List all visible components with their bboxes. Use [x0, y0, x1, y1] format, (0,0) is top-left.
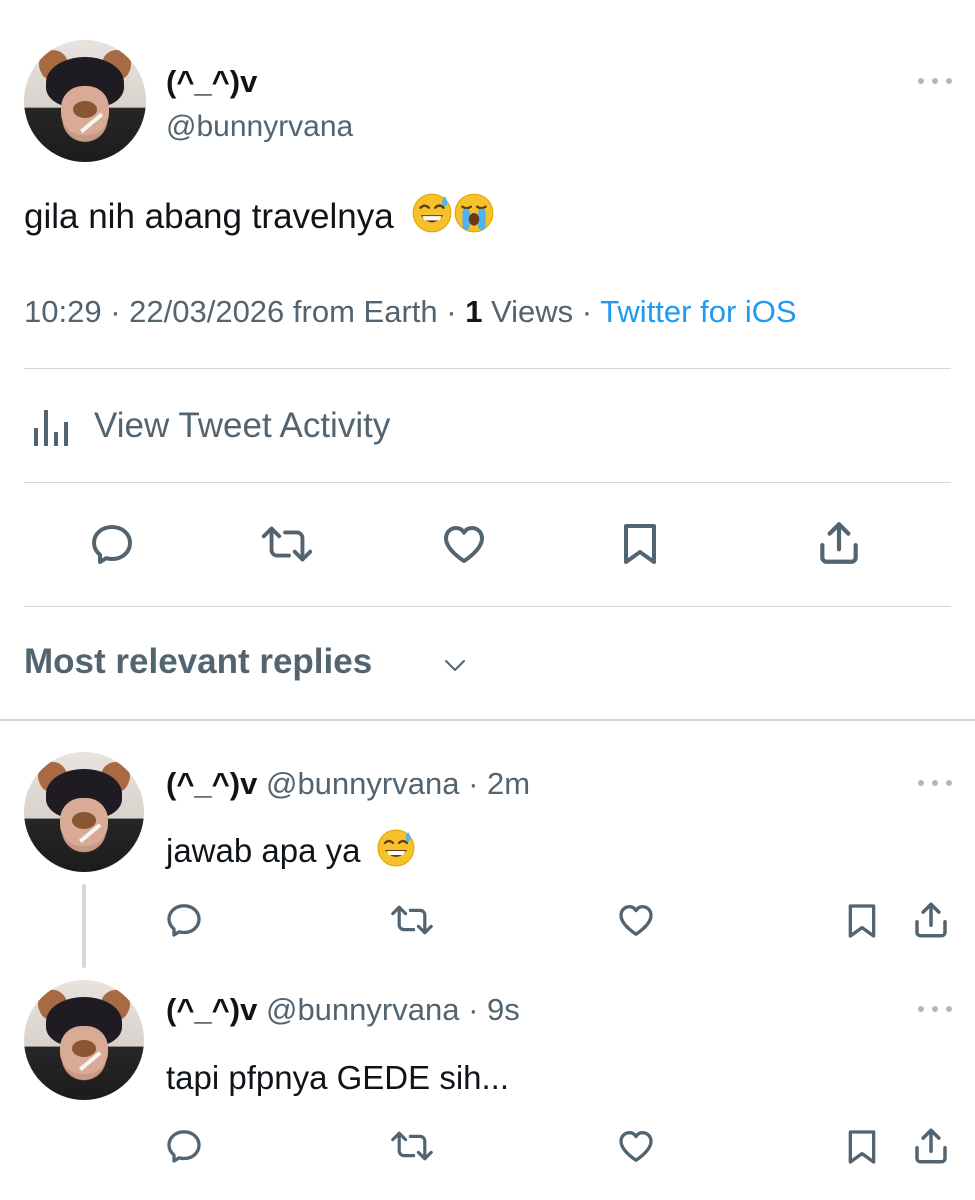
share-icon[interactable] [910, 898, 952, 942]
author-display-name[interactable]: (^_^)v [166, 64, 257, 100]
bookmark-icon[interactable] [842, 1126, 882, 1168]
retweet-icon[interactable] [258, 520, 316, 568]
tweet-meta: 10:29 · 22/03/2026 from Earth · 1 Views … [24, 294, 797, 330]
reply-text: jawab apa ya [166, 828, 416, 873]
reply-display-name[interactable]: (^_^)v [166, 766, 257, 801]
share-icon[interactable] [910, 1124, 952, 1168]
reply-separator: · [459, 766, 488, 801]
like-heart-icon[interactable] [440, 520, 488, 568]
views-count: 1 [465, 294, 483, 329]
reply-avatar[interactable] [24, 980, 144, 1100]
reply-icon[interactable] [88, 520, 136, 568]
share-icon[interactable] [814, 518, 864, 568]
replies-sort-label: Most relevant replies [24, 642, 373, 681]
tweet-text-body: gila nih abang travelnya [24, 197, 394, 236]
retweet-icon[interactable] [388, 900, 436, 940]
sweat-smile-emoji-icon [411, 192, 453, 234]
views-label: Views [482, 294, 574, 329]
avatar[interactable] [24, 40, 146, 162]
more-options-icon[interactable] [918, 778, 952, 788]
reply-avatar[interactable] [24, 752, 144, 872]
divider [24, 606, 951, 607]
replies-sort-dropdown[interactable]: Most relevant replies [24, 642, 465, 688]
reply-text: tapi pfpnya GEDE sih... [166, 1059, 510, 1096]
like-heart-icon[interactable] [616, 900, 656, 940]
more-options-icon[interactable] [918, 1004, 952, 1014]
reply-icon[interactable] [164, 900, 204, 940]
view-tweet-activity-label: View Tweet Activity [94, 406, 391, 445]
loudly-crying-emoji-icon [453, 192, 495, 234]
bookmark-icon[interactable] [616, 520, 664, 568]
tweet-date[interactable]: 22/03/2026 [129, 294, 284, 329]
reply-icon[interactable] [164, 1126, 204, 1166]
reply-time[interactable]: 2m [487, 766, 530, 801]
divider [24, 482, 951, 483]
bookmark-icon[interactable] [842, 900, 882, 942]
reply-header: (^_^)v @bunnyrvana · 9s [166, 992, 520, 1028]
reply-display-name[interactable]: (^_^)v [166, 992, 257, 1027]
reply-text-body: jawab apa ya [166, 832, 361, 869]
tweet-source-link[interactable]: Twitter for iOS [600, 294, 796, 329]
author-handle[interactable]: @bunnyrvana [166, 110, 353, 144]
reply-handle[interactable]: @bunnyrvana [266, 766, 459, 801]
reply-time[interactable]: 9s [487, 992, 520, 1027]
divider [24, 368, 951, 369]
retweet-icon[interactable] [388, 1126, 436, 1166]
meta-separator: · [101, 294, 130, 329]
reply-separator: · [459, 992, 488, 1027]
chevron-down-icon [442, 654, 468, 676]
analytics-bars-icon [30, 404, 74, 448]
more-options-icon[interactable] [918, 76, 952, 86]
tweet-time[interactable]: 10:29 [24, 294, 102, 329]
tweet-location: from Earth [284, 294, 438, 329]
meta-separator: · [573, 294, 601, 329]
meta-separator: · [437, 294, 466, 329]
like-heart-icon[interactable] [616, 1126, 656, 1166]
reply-header: (^_^)v @bunnyrvana · 2m [166, 766, 530, 802]
sweat-smile-emoji-icon [376, 828, 416, 868]
tweet-text: gila nih abang travelnya [24, 192, 495, 240]
thread-connector-line [82, 884, 86, 968]
reply-handle[interactable]: @bunnyrvana [266, 992, 459, 1027]
section-divider [0, 719, 975, 721]
view-tweet-activity-button[interactable]: View Tweet Activity [24, 400, 524, 452]
